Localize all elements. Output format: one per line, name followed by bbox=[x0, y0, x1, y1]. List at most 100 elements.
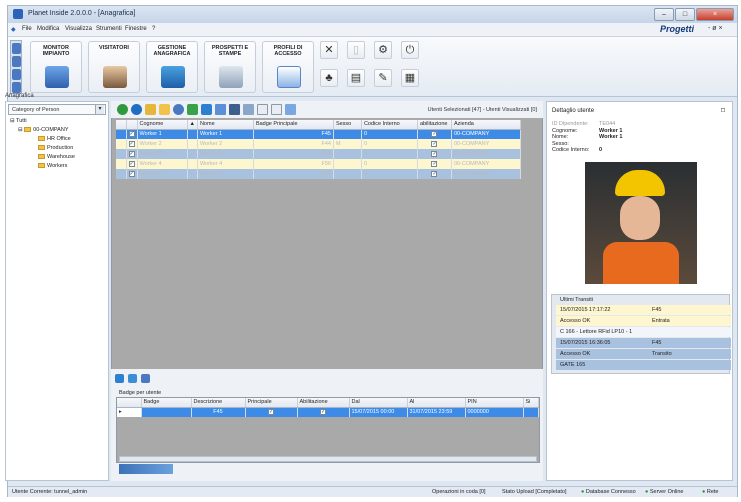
tools-icon[interactable]: ✕ bbox=[320, 41, 338, 59]
col-codice[interactable]: Codice Interno bbox=[361, 120, 418, 130]
col-abilitazione[interactable]: Abilitazione bbox=[297, 398, 350, 408]
minimize-button[interactable]: – bbox=[654, 8, 674, 21]
document-icon[interactable]: ▯ bbox=[347, 41, 365, 59]
col-sesso[interactable]: Sesso bbox=[333, 120, 362, 130]
status-queue: Operazioni in coda [0] bbox=[432, 489, 486, 495]
tree-node-hr-office[interactable]: HR Office bbox=[38, 136, 71, 142]
table-row[interactable]: ✓ Worker 5 Worker 5 F57 0 ✓ 00-COMPANY bbox=[116, 169, 522, 179]
tree-node-tutti[interactable]: ⊟ Tutti bbox=[10, 118, 27, 124]
col-si[interactable]: Si bbox=[523, 398, 539, 408]
col-dal[interactable]: Dal bbox=[349, 398, 408, 408]
menu-strumenti[interactable]: Strumenti bbox=[96, 26, 122, 32]
tree-node-company[interactable]: ⊟ 00-COMPANY bbox=[18, 127, 69, 133]
card-icon[interactable] bbox=[229, 104, 240, 115]
tree-node-workers[interactable]: Workers bbox=[38, 163, 67, 169]
table-row[interactable]: ✓ Worker 3 Worker 3 F55 0 ✓ 00-COMPANY bbox=[116, 149, 522, 159]
horizontal-scrollbar[interactable] bbox=[119, 456, 537, 462]
columns-icon[interactable] bbox=[243, 104, 254, 115]
col-badge[interactable]: Badge bbox=[141, 398, 192, 408]
grid-icon[interactable] bbox=[215, 104, 226, 115]
detail-title: Dettaglio utente bbox=[552, 108, 595, 114]
close-button[interactable]: × bbox=[696, 8, 734, 21]
col-pin[interactable]: PIN bbox=[465, 398, 524, 408]
abilitazione-checkbox[interactable]: ✓ bbox=[431, 161, 438, 167]
table-row[interactable]: ✓ Worker 4 Worker 4 F56 0 ✓ 00-COMPANY bbox=[116, 159, 522, 169]
transit-row[interactable]: 15/07/2015 17:17:22 F45 bbox=[556, 305, 731, 315]
comment-icon[interactable] bbox=[159, 104, 170, 115]
window-title: Planet Inside 2.0.0.0 - [Anagrafica] bbox=[28, 10, 136, 17]
maximize-button[interactable]: □ bbox=[675, 8, 695, 21]
network-icon[interactable]: ♣ bbox=[320, 69, 338, 87]
table-row[interactable]: ✓ Worker 1 Worker 1 F45 0 ✓ 00-COMPANY bbox=[116, 129, 522, 139]
col-badge[interactable]: Badge Principale bbox=[253, 120, 334, 130]
col-al[interactable]: Al bbox=[407, 398, 466, 408]
row-select-checkbox[interactable]: ✓ bbox=[128, 161, 135, 167]
abilitazione-checkbox[interactable]: ✓ bbox=[431, 151, 438, 157]
clock-icon[interactable] bbox=[173, 104, 184, 115]
filter-icon[interactable] bbox=[285, 104, 296, 115]
tree-node-warehouse[interactable]: Warehouse bbox=[38, 154, 75, 160]
ribbon: MONITOR IMPIANTO VISITATORI GESTIONE ANA… bbox=[8, 37, 737, 97]
table-row[interactable]: ▸ F45 ✓ ✓ 15/07/2015 00:00 31/07/2015 23… bbox=[117, 407, 539, 417]
monitor-impianto-button[interactable]: MONITOR IMPIANTO bbox=[30, 41, 82, 93]
chevron-down-icon[interactable]: ▾ bbox=[95, 105, 104, 114]
user-remove-icon[interactable] bbox=[201, 104, 212, 115]
menu-visualizza[interactable]: Visualizza bbox=[65, 26, 92, 32]
row-select-checkbox[interactable]: ✓ bbox=[128, 151, 135, 157]
abilitazione-checkbox[interactable]: ✓ bbox=[431, 131, 438, 138]
row-select-checkbox[interactable]: ✓ bbox=[128, 141, 135, 147]
transit-row[interactable]: Accesso OK Transito bbox=[556, 349, 731, 359]
tree-node-production[interactable]: Production bbox=[38, 145, 73, 151]
nav-left-icon[interactable] bbox=[12, 69, 21, 80]
prospetti-stampe-button[interactable]: PROSPETTI E STAMPE bbox=[204, 41, 256, 93]
row-select-checkbox[interactable]: ✓ bbox=[128, 171, 135, 177]
category-combo[interactable]: Category of Person ▾ bbox=[8, 104, 106, 115]
globe-icon[interactable] bbox=[131, 104, 142, 115]
col-azienda[interactable]: Azienda bbox=[451, 120, 522, 130]
gestione-anagrafica-button[interactable]: GESTIONE ANAGRAFICA bbox=[146, 41, 198, 93]
row-select-checkbox[interactable]: ✓ bbox=[128, 131, 135, 138]
menu-file[interactable]: File bbox=[22, 26, 32, 32]
transit-row[interactable]: GATE 165 bbox=[556, 360, 731, 370]
badge-toolbar-icons[interactable] bbox=[119, 464, 173, 474]
col-principale[interactable]: Principale bbox=[245, 398, 298, 408]
power-icon[interactable]: ⏻ bbox=[401, 41, 419, 59]
abilitazione-checkbox[interactable]: ✓ bbox=[431, 141, 438, 147]
transit-row[interactable]: 15/07/2015 16:36:05 F45 bbox=[556, 338, 731, 348]
col-cognome[interactable]: Cognome bbox=[137, 120, 188, 130]
col-descrizione[interactable]: Descrizione bbox=[191, 398, 246, 408]
export-icon[interactable] bbox=[271, 104, 282, 115]
user-add-icon[interactable] bbox=[187, 104, 198, 115]
menu-help[interactable]: ? bbox=[152, 26, 155, 32]
transit-row[interactable]: Accesso OK Entrata bbox=[556, 316, 731, 326]
table-row[interactable]: ✓ Worker 2 Worker 2 F44 M 0 ✓ 00-COMPANY bbox=[116, 139, 522, 149]
monitor-icon bbox=[45, 66, 69, 88]
abilitazione-checkbox[interactable]: ✓ bbox=[431, 171, 438, 177]
signature-icon[interactable]: ✎ bbox=[374, 69, 392, 87]
settings-icon[interactable]: ⚙ bbox=[374, 41, 392, 59]
nav-up-icon[interactable] bbox=[12, 43, 21, 54]
nav-right-icon[interactable] bbox=[12, 82, 21, 93]
database-icon[interactable]: ▤ bbox=[347, 69, 365, 87]
window-icon[interactable] bbox=[257, 104, 268, 115]
badge-edit-icon[interactable] bbox=[128, 374, 137, 383]
sort-asc-icon[interactable]: ▲ bbox=[187, 120, 198, 130]
menu-finestre[interactable]: Finestre bbox=[125, 26, 147, 32]
profili-accesso-button[interactable]: PROFILI DI ACCESSO bbox=[262, 41, 314, 93]
principale-checkbox[interactable]: ✓ bbox=[268, 409, 274, 416]
pin-icon[interactable]: ⌑ bbox=[721, 106, 725, 115]
badge-remove-icon[interactable] bbox=[141, 374, 150, 383]
mdi-controls[interactable]: - ø × bbox=[708, 25, 723, 32]
col-abilitazione[interactable]: abilitazione bbox=[417, 120, 452, 130]
edit-icon[interactable] bbox=[145, 104, 156, 115]
refresh-icon[interactable] bbox=[117, 104, 128, 115]
transit-row[interactable]: C 166 - Lettore RFid LP10 - 1 bbox=[556, 327, 731, 337]
report-icon[interactable]: ▦ bbox=[401, 69, 419, 87]
menu-modifica[interactable]: Modifica bbox=[37, 26, 59, 32]
col-nome[interactable]: Nome bbox=[197, 120, 254, 130]
badge-add-icon[interactable] bbox=[115, 374, 124, 383]
clock-icon bbox=[277, 66, 301, 88]
abilitazione-checkbox[interactable]: ✓ bbox=[320, 409, 326, 416]
nav-down-icon[interactable] bbox=[12, 56, 21, 67]
visitatori-button[interactable]: VISITATORI bbox=[88, 41, 140, 93]
